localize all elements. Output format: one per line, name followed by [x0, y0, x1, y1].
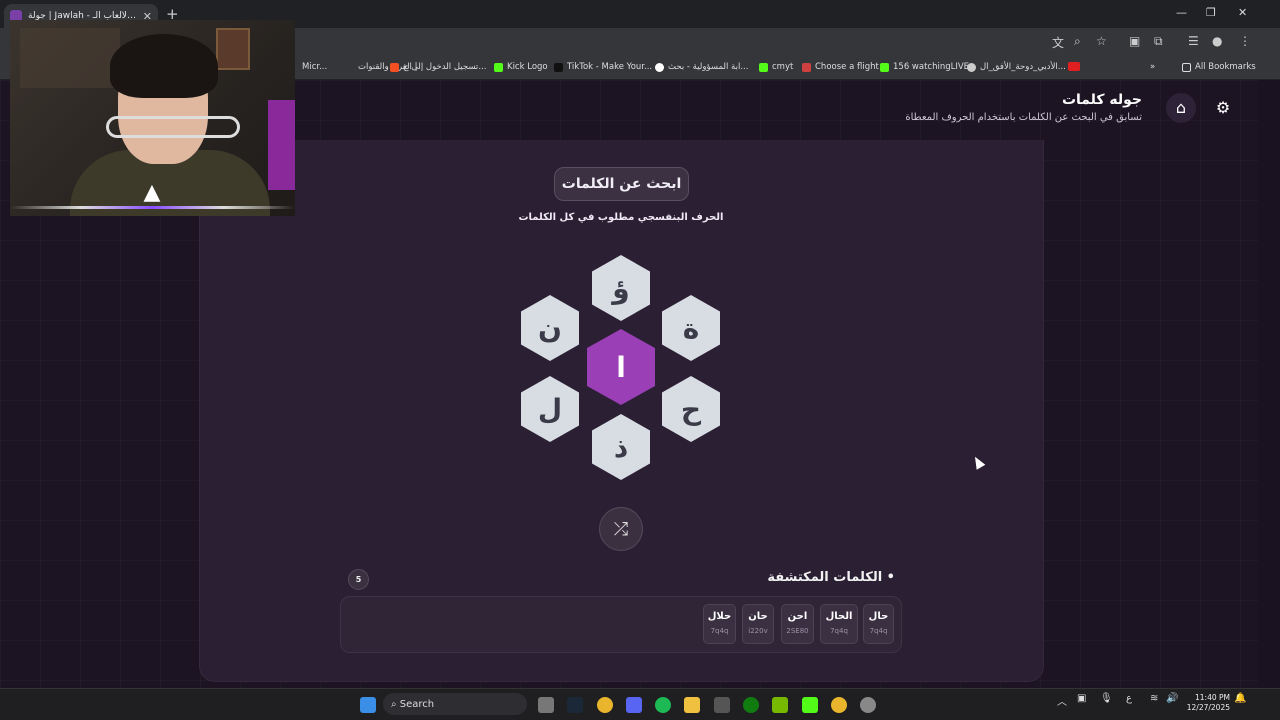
google-icon	[655, 62, 664, 72]
store-icon[interactable]	[714, 697, 730, 713]
more-bookmarks-icon[interactable]: »	[1150, 62, 1155, 72]
found-word: حال 7q4q	[863, 604, 894, 644]
profile-avatar-icon[interactable]: ●	[1212, 34, 1222, 48]
bookmark-star-icon[interactable]: ☆	[1096, 34, 1107, 48]
folder-icon	[1182, 62, 1191, 72]
home-button[interactable]: ⌂	[1166, 92, 1196, 123]
media-queue-icon[interactable]: ☰	[1188, 34, 1199, 48]
flight-icon	[802, 62, 811, 72]
required-letter-hint: الحرف البنفسجي مطلوب في كل الكلمات	[518, 212, 724, 223]
taskbar-clock[interactable]: 11:40 PM 12/27/2025	[1186, 693, 1230, 713]
extensions-icon[interactable]: ⧉	[1154, 34, 1163, 49]
tiktok-icon	[554, 62, 563, 72]
zoom-icon[interactable]: ⌕	[1074, 34, 1081, 49]
youtube-icon	[1068, 62, 1080, 71]
all-bookmarks[interactable]: All Bookmarks	[1182, 62, 1256, 72]
settings-app-icon[interactable]	[860, 697, 876, 713]
bookmark-2[interactable]: تسجيل الدخول إلى ح...	[390, 62, 486, 72]
shuffle-icon: ⤮	[613, 518, 629, 540]
stream-logo-icon: ▲	[143, 180, 161, 205]
windows-taskbar	[0, 688, 1280, 720]
kick-icon	[759, 62, 768, 72]
settings-button[interactable]: ⚙	[1208, 93, 1238, 123]
bookmark-youtube[interactable]	[1068, 62, 1084, 71]
found-word: الحال 7q4q	[820, 604, 858, 644]
xbox-icon[interactable]	[743, 697, 759, 713]
bookmark-9[interactable]: الأدبي_دوحة_الأفق_ال...	[967, 62, 1066, 72]
chrome-icon[interactable]	[597, 697, 613, 713]
globe-icon	[967, 62, 976, 72]
notifications-icon[interactable]: 🔔	[1234, 693, 1246, 704]
found-count-badge: 5	[348, 569, 369, 590]
tray-chevron-icon[interactable]: ︿	[1057, 693, 1067, 708]
shuffle-button[interactable]: ⤮	[599, 507, 643, 551]
browser-menu-icon[interactable]: ⋮	[1239, 34, 1251, 48]
found-words-title: الكلمات المكتشفة •	[767, 570, 895, 585]
microphone-icon[interactable]: 🎙	[1100, 693, 1113, 704]
headphones	[106, 116, 240, 138]
gear-icon: ⚙	[1215, 98, 1231, 117]
steam-icon[interactable]	[567, 697, 583, 713]
taskbar-search[interactable]: ⌕ Search	[383, 693, 527, 715]
media-icon[interactable]: ▣	[1129, 34, 1140, 48]
spotify-icon[interactable]	[655, 697, 671, 713]
kick-icon	[494, 62, 503, 72]
start-icon[interactable]	[360, 697, 376, 713]
translate-icon[interactable]: 文	[1052, 34, 1064, 51]
nvidia-icon[interactable]	[772, 697, 788, 713]
found-words-list	[340, 596, 902, 653]
camera-icon[interactable]	[538, 697, 554, 713]
found-word: احن 2SE80	[781, 604, 814, 644]
bookmark-0[interactable]: Micr...	[302, 62, 327, 72]
wall-frame	[216, 28, 250, 70]
found-word: حان i220v	[742, 604, 774, 644]
minimize-icon[interactable]: —	[1176, 6, 1187, 19]
kick-app-icon[interactable]	[802, 697, 818, 713]
scrollbar[interactable]	[1258, 80, 1280, 688]
bookmark-5[interactable]: ابة المسؤولية - بحث...	[655, 62, 748, 72]
find-words-label: ابحث عن الكلمات	[554, 167, 689, 201]
kick-icon	[880, 62, 889, 72]
page-subtitle: تسابق في البحث عن الكلمات باستخدام الحرو…	[905, 112, 1142, 123]
bookmark-6[interactable]: cmyt	[759, 62, 793, 72]
screen: جولة | Jawlah - منصة الألعاب الـ... ✕ + …	[0, 0, 1280, 720]
microsoft-icon	[390, 62, 399, 72]
bookmark-7[interactable]: Choose a flight	[802, 62, 879, 72]
search-icon: ⌕	[391, 698, 400, 710]
wifi-icon[interactable]: ≋	[1150, 693, 1158, 704]
chrome-active-icon[interactable]	[831, 697, 847, 713]
bookmark-4[interactable]: TikTok - Make Your...	[554, 62, 652, 72]
tray-app-icon[interactable]: ▣	[1077, 693, 1086, 704]
volume-icon[interactable]: 🔊	[1166, 693, 1178, 704]
page-title: جوله كلمات	[1061, 92, 1142, 108]
bookmark-3[interactable]: Kick Logo	[494, 62, 548, 72]
file-explorer-icon[interactable]	[684, 697, 700, 713]
language-indicator[interactable]: ع	[1126, 693, 1132, 704]
discord-icon[interactable]	[626, 697, 642, 713]
close-window-icon[interactable]: ✕	[1238, 6, 1247, 19]
webcam-overlay: ▲	[10, 20, 295, 216]
home-icon: ⌂	[1175, 98, 1187, 117]
found-word: حلال 7q4q	[703, 604, 736, 644]
bookmark-8[interactable]: 156 watchingLIVE	[880, 62, 969, 72]
page-header: جوله كلمات تسابق في البحث عن الكلمات باس…	[905, 92, 1238, 123]
maximize-icon[interactable]: ❐	[1206, 6, 1216, 19]
